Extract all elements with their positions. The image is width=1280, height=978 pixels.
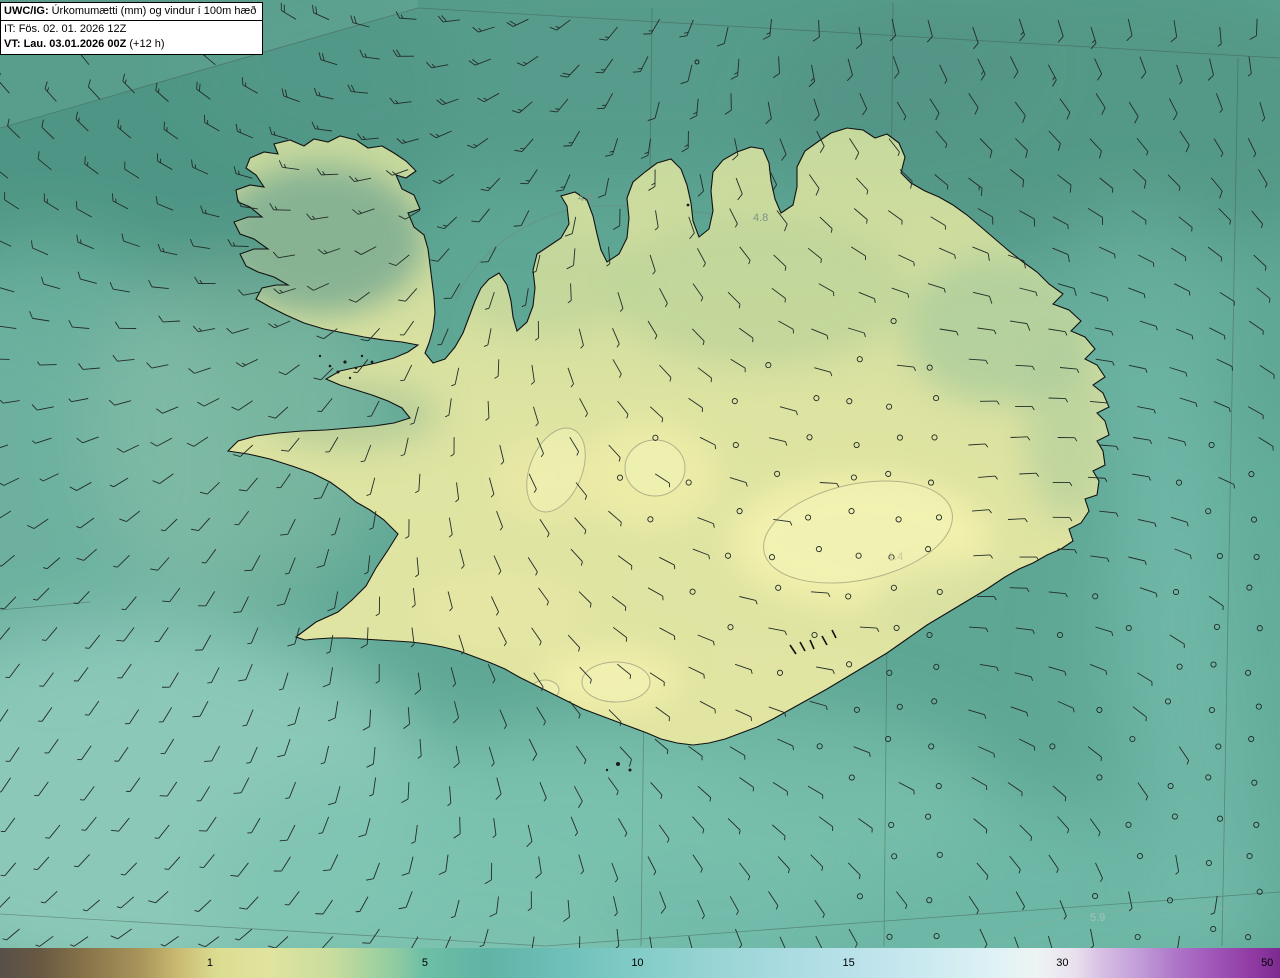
colorbar-tick-1: 1 [206, 957, 213, 969]
title-row-valid-time: VT: Lau. 03.01.2026 00Z (+12 h) [1, 37, 262, 52]
valid-time: Lau. 03.01.2026 00Z [23, 38, 127, 50]
title-row-model: UWC/IG: Úrkomumætti (mm) og vindur í 100m… [0, 2, 264, 21]
colorbar-tick-10: 10 [631, 957, 644, 969]
title-row-init-time: IT: Fös. 02. 01. 2026 12Z [1, 22, 262, 37]
colorbar-tick-15: 15 [842, 957, 855, 969]
colorbar-tick-5: 5 [421, 957, 429, 969]
valid-label: VT: [4, 38, 21, 50]
title-box: UWC/IG: Úrkomumætti (mm) og vindur í 100m… [0, 2, 264, 55]
contour-label: 1.4 [888, 551, 903, 563]
contour-label: 4.8 [753, 212, 768, 224]
weather-map-viewport: 4.8 4.8 1.4 5.9 UWC/IG: Úrkomumætti (mm) og … [0, 0, 1280, 978]
model-title: Úrkomumætti (mm) og vindur í 100m hæð [51, 5, 257, 17]
init-label: IT: [4, 23, 16, 35]
colorbar-tick-30: 30 [1056, 957, 1069, 969]
contour-label: 4.8 [578, 192, 593, 204]
contour-label: 5.9 [1090, 912, 1105, 924]
colorbar: 1 5 10 15 30 50 [0, 948, 1280, 978]
init-time: Fös. 02. 01. 2026 12Z [18, 23, 127, 35]
weather-map-canvas: 4.8 4.8 1.4 5.9 [0, 0, 1280, 978]
model-label: UWC/IG: [4, 5, 49, 17]
colorbar-ticks: 1 5 10 15 30 50 [0, 948, 1280, 978]
colorbar-tick-50: 50 [1261, 957, 1274, 969]
valid-time-offset: (+12 h) [129, 38, 165, 50]
